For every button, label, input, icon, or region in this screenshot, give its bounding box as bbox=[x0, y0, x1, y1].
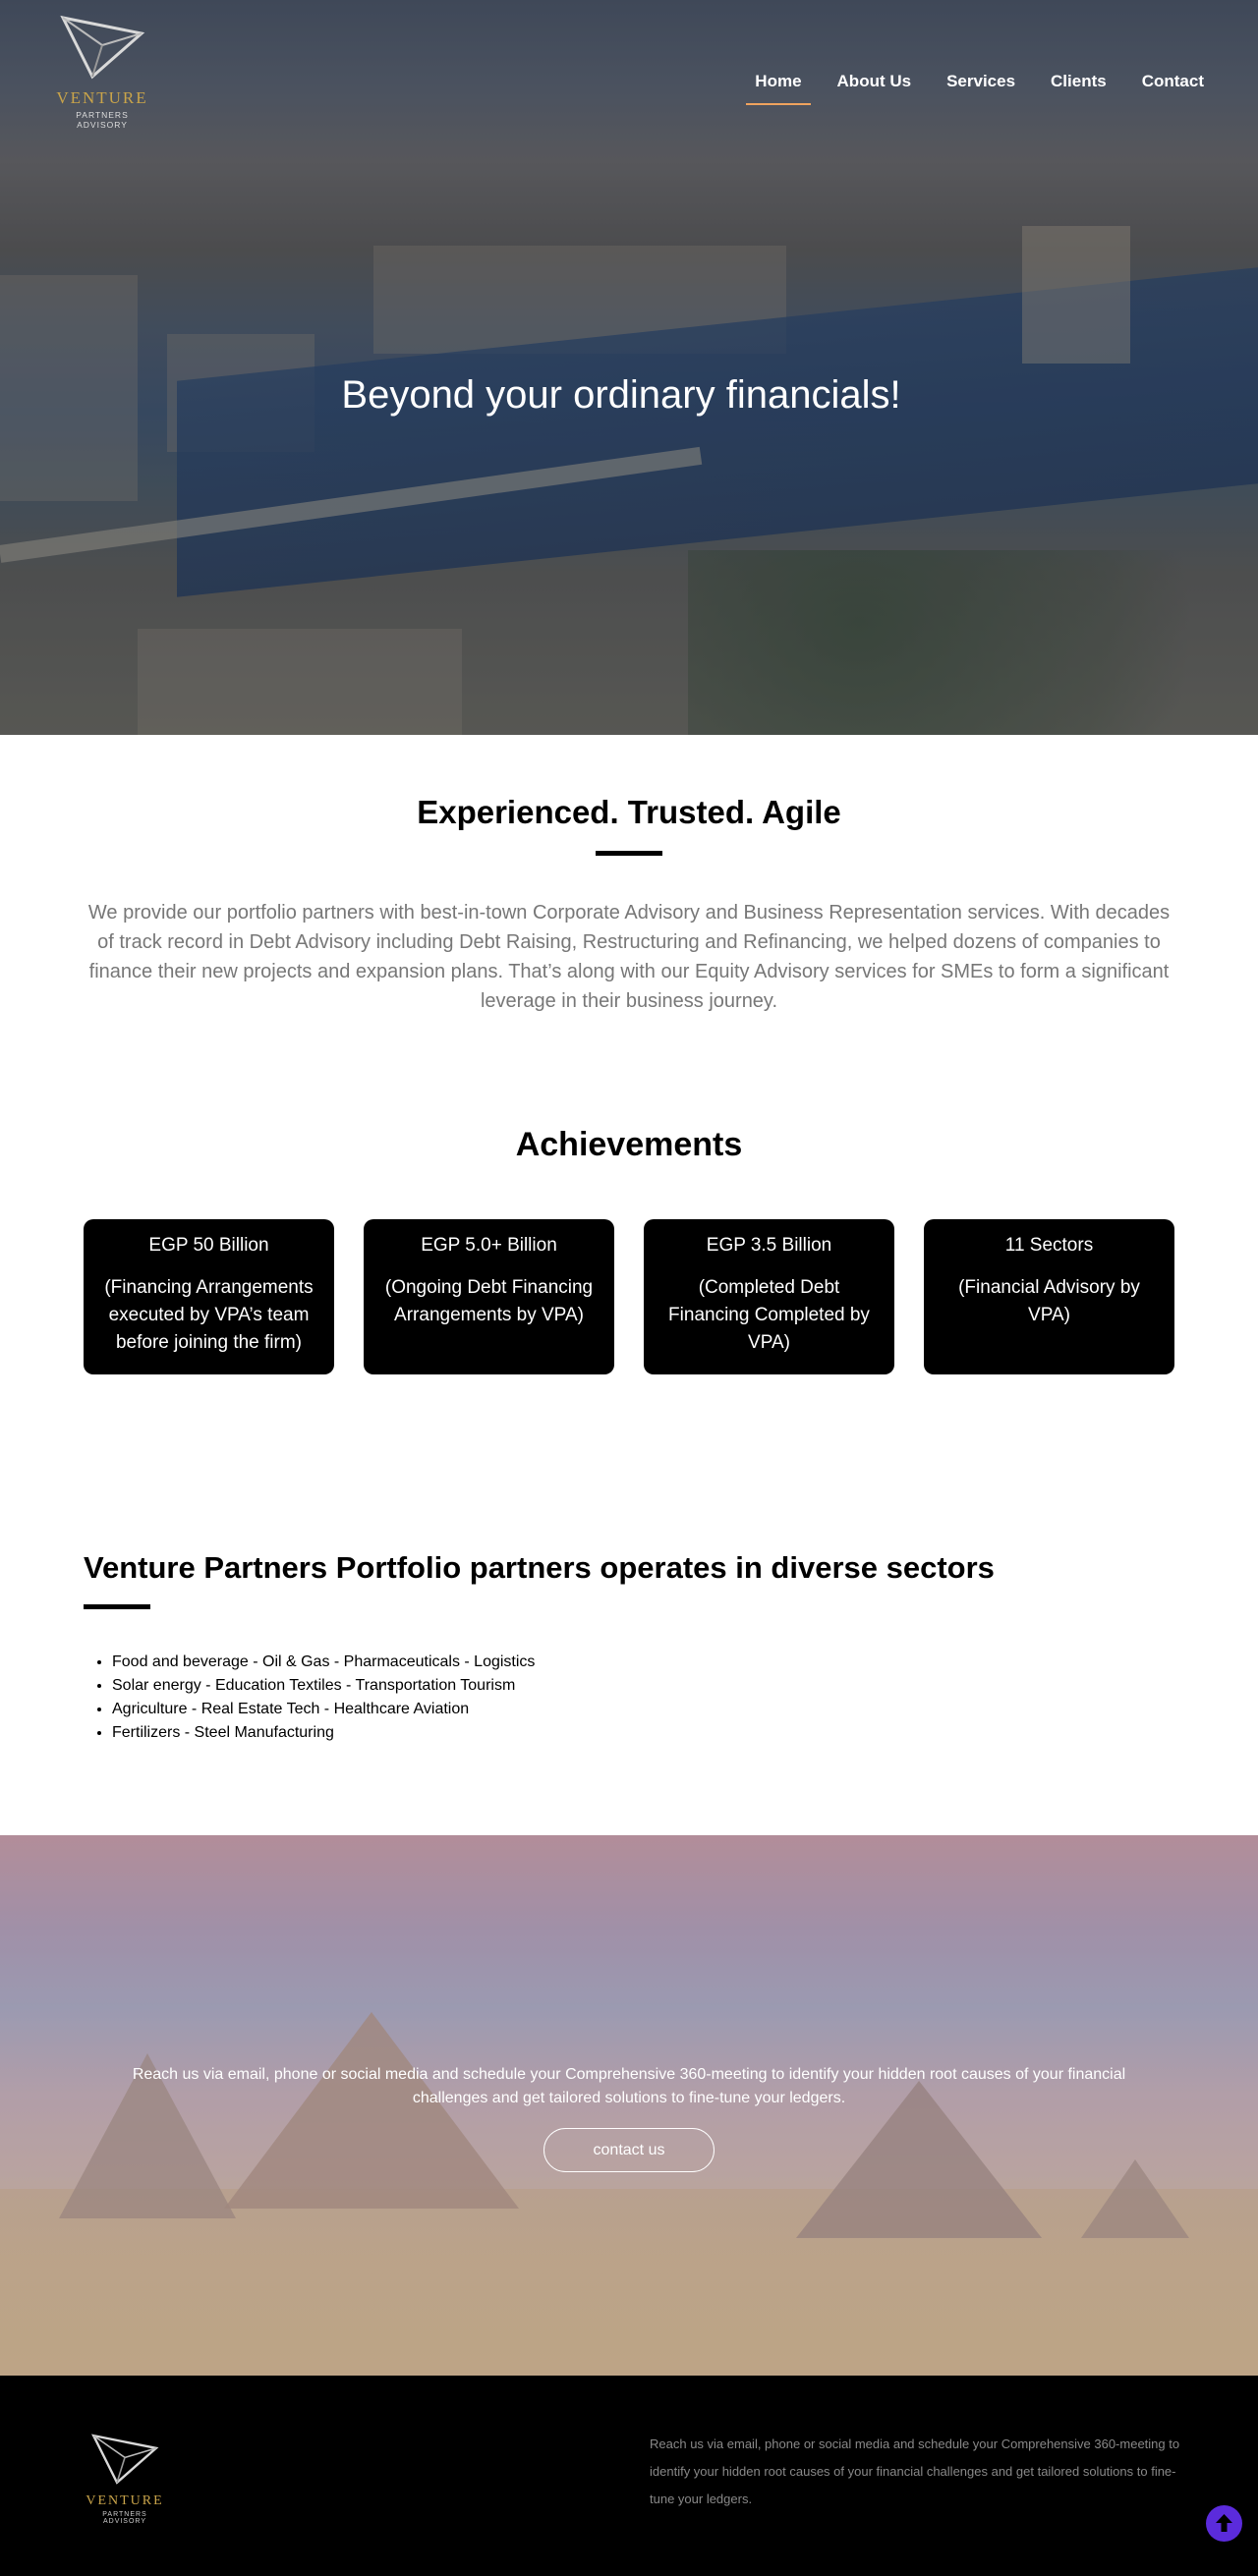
achievements-title: Achievements bbox=[515, 1126, 743, 1163]
footer-text: Reach us via email, phone or social medi… bbox=[650, 2436, 1180, 2506]
achievement-desc: (Ongoing Debt Financing Arrangements by … bbox=[384, 1277, 594, 1325]
intro-text: We provide our portfolio partners with b… bbox=[87, 902, 1171, 1012]
logo-sub-text: PARTNERS ADVISORY bbox=[76, 110, 129, 130]
nav-home[interactable]: Home bbox=[746, 69, 811, 105]
cta-section: Reach us via email, phone or social medi… bbox=[0, 1835, 1258, 2376]
triangle-logo-icon bbox=[91, 2434, 159, 2485]
achievement-value: EGP 5.0+ Billion bbox=[421, 1235, 557, 1256]
site-logo[interactable]: VENTURE PARTNERS ADVISORY bbox=[51, 12, 153, 130]
achievement-value: EGP 50 Billion bbox=[148, 1235, 269, 1256]
achievement-desc: (Financial Advisory by VPA) bbox=[958, 1277, 1140, 1325]
intro-title: Experienced. Trusted. Agile bbox=[417, 794, 841, 830]
hero-title: Beyond your ordinary financials! bbox=[341, 373, 901, 417]
footer-brand-sub: PARTNERS ADVISORY bbox=[102, 2511, 147, 2525]
sectors-list: Food and beverage - Oil & Gas - Pharmace… bbox=[112, 1651, 535, 1745]
hero-overlay bbox=[0, 0, 1258, 735]
achievement-desc: (Financing Arrangements executed by VPA’… bbox=[104, 1277, 314, 1353]
contact-us-button[interactable]: contact us bbox=[543, 2128, 715, 2172]
main-nav: Home About Us Services Clients Contact bbox=[728, 69, 1213, 105]
achievement-value: EGP 3.5 Billion bbox=[706, 1235, 832, 1256]
cta-text: Reach us via email, phone or social medi… bbox=[132, 2066, 1126, 2106]
achievement-value: 11 Sectors bbox=[1004, 1235, 1094, 1256]
footer: VENTURE PARTNERS ADVISORY Reach us via e… bbox=[0, 2376, 1258, 2576]
list-item: Agriculture - Real Estate Tech - Healthc… bbox=[112, 1698, 535, 1721]
achievements-cards: EGP 50 Billion (Financing Arrangements e… bbox=[84, 1219, 1174, 1374]
back-to-top-button[interactable] bbox=[1206, 2505, 1242, 2542]
achievement-desc: (Completed Debt Financing Completed by V… bbox=[668, 1277, 870, 1353]
sectors-title: Venture Partners Portfolio partners oper… bbox=[84, 1550, 995, 1585]
list-item: Solar energy - Education Textiles - Tran… bbox=[112, 1674, 535, 1698]
footer-logo[interactable]: VENTURE PARTNERS ADVISORY bbox=[83, 2431, 167, 2525]
nav-clients[interactable]: Clients bbox=[1042, 69, 1115, 105]
triangle-logo-icon bbox=[60, 15, 145, 80]
achievement-card: EGP 5.0+ Billion (Ongoing Debt Financing… bbox=[364, 1219, 614, 1374]
hero-section: VENTURE PARTNERS ADVISORY Home About Us … bbox=[0, 0, 1258, 735]
footer-brand-text: VENTURE bbox=[86, 2493, 164, 2508]
arrow-up-icon bbox=[1216, 2514, 1232, 2532]
achievement-card: 11 Sectors (Financial Advisory by VPA) bbox=[924, 1219, 1174, 1374]
nav-contact[interactable]: Contact bbox=[1133, 69, 1213, 105]
nav-about-us[interactable]: About Us bbox=[829, 69, 921, 105]
nav-services[interactable]: Services bbox=[938, 69, 1024, 105]
list-item: Food and beverage - Oil & Gas - Pharmace… bbox=[112, 1651, 535, 1674]
intro-title-underline bbox=[596, 851, 662, 856]
sectors-title-underline bbox=[84, 1604, 150, 1609]
achievement-card: EGP 3.5 Billion (Completed Debt Financin… bbox=[644, 1219, 894, 1374]
logo-brand-text: VENTURE bbox=[56, 88, 148, 107]
achievement-card: EGP 50 Billion (Financing Arrangements e… bbox=[84, 1219, 334, 1374]
list-item: Fertilizers - Steel Manufacturing bbox=[112, 1721, 535, 1745]
